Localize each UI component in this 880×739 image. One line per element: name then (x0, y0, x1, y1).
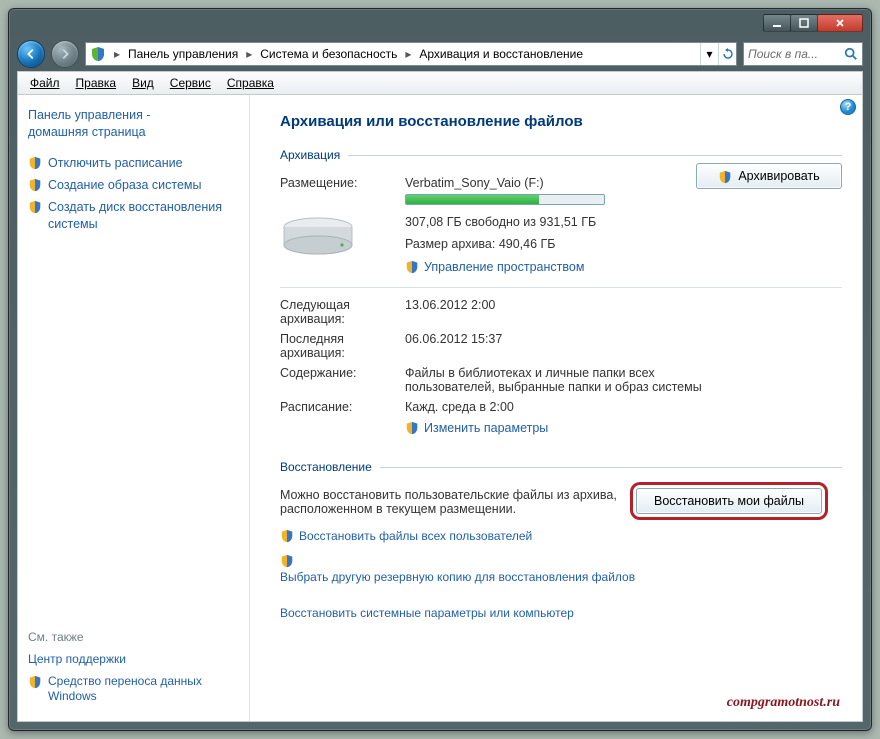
see-also-heading: См. также (28, 630, 239, 644)
crumb-control-panel[interactable]: Панель управления (122, 43, 244, 65)
restore-system-link[interactable]: Восстановить системные параметры или ком… (280, 606, 574, 620)
sidebar-item-recovery-disk[interactable]: Создать диск восстановления системы (28, 199, 239, 232)
menu-file[interactable]: Файл (22, 72, 68, 94)
page-title: Архивация или восстановление файлов (280, 113, 842, 130)
hard-drive-icon (280, 215, 356, 259)
crumb-system-security[interactable]: Система и безопасность (254, 43, 403, 65)
shield-icon (280, 529, 294, 543)
manage-space-link[interactable]: Управление пространством (405, 259, 584, 274)
section-archive: Архивация (280, 148, 842, 162)
menu-edit[interactable]: Правка (68, 72, 125, 94)
shield-icon (405, 421, 419, 435)
select-another-backup-link[interactable]: Выбрать другую резервную копию для восст… (280, 570, 635, 584)
next-backup-value: 13.06.2012 2:00 (405, 298, 842, 312)
shield-icon (28, 178, 42, 192)
sidebar-item-disable-schedule[interactable]: Отключить расписание (28, 155, 239, 171)
link-support-center[interactable]: Центр поддержки (28, 652, 239, 668)
sidebar-item-create-image[interactable]: Создание образа системы (28, 177, 239, 193)
menu-view[interactable]: Вид (124, 72, 162, 94)
nav-forward-button[interactable] (51, 40, 79, 68)
menu-tools[interactable]: Сервис (162, 72, 219, 94)
last-backup-label: Последняя архивация: (280, 332, 395, 360)
shield-icon (405, 260, 419, 274)
sidebar-home-link[interactable]: Панель управления -домашняя страница (28, 107, 239, 141)
restore-all-users-link[interactable]: Восстановить файлы всех пользователей (280, 528, 532, 543)
shield-icon (28, 675, 42, 689)
window-titlebar (17, 9, 863, 37)
content-value: Файлы в библиотеках и личные папки всех … (405, 366, 705, 394)
shield-icon (280, 554, 294, 568)
section-restore: Восстановление (280, 460, 842, 474)
menu-bar: Файл Правка Вид Сервис Справка (17, 71, 863, 95)
main-content: Архивация или восстановление файлов Архи… (250, 95, 862, 721)
crumb-backup-restore[interactable]: Архивация и восстановление (413, 43, 589, 65)
link-windows-easy-transfer[interactable]: Средство переноса данных Windows (28, 674, 239, 705)
archive-now-button[interactable]: Архивировать (696, 163, 842, 189)
schedule-value: Кажд. среда в 2:00 (405, 400, 842, 414)
search-icon (844, 47, 858, 61)
search-placeholder: Поиск в па... (748, 47, 818, 61)
breadcrumb-dropdown[interactable]: ▾ (700, 43, 718, 65)
sidebar: Панель управления -домашняя страница Отк… (18, 95, 250, 721)
next-backup-label: Следующая архивация: (280, 298, 395, 326)
schedule-label: Расписание: (280, 400, 395, 414)
archive-size-text: Размер архива: 490,46 ГБ (405, 237, 842, 251)
location-label: Размещение: (280, 176, 395, 190)
nav-back-button[interactable] (17, 40, 45, 68)
shield-icon (718, 170, 732, 184)
free-space-text: 307,08 ГБ свободно из 931,51 ГБ (405, 215, 842, 229)
disk-usage-bar (405, 194, 605, 205)
search-input[interactable]: Поиск в па... (743, 42, 863, 66)
restore-my-files-button[interactable]: Восстановить мои файлы (636, 488, 822, 514)
maximize-button[interactable] (790, 14, 818, 32)
minimize-button[interactable] (763, 14, 791, 32)
menu-help[interactable]: Справка (219, 72, 282, 94)
refresh-button[interactable] (718, 43, 736, 65)
breadcrumb[interactable]: ▸ Панель управления ▸ Система и безопасн… (85, 42, 737, 66)
shield-icon (28, 200, 42, 214)
watermark: compgramotnost.ru (727, 695, 840, 711)
shield-icon (28, 156, 42, 170)
control-panel-icon (90, 46, 106, 62)
content-label: Содержание: (280, 366, 395, 380)
change-settings-link[interactable]: Изменить параметры (405, 420, 548, 435)
restore-description: Можно восстановить пользовательские файл… (280, 488, 620, 516)
last-backup-value: 06.06.2012 15:37 (405, 332, 842, 346)
close-button[interactable] (817, 14, 863, 32)
